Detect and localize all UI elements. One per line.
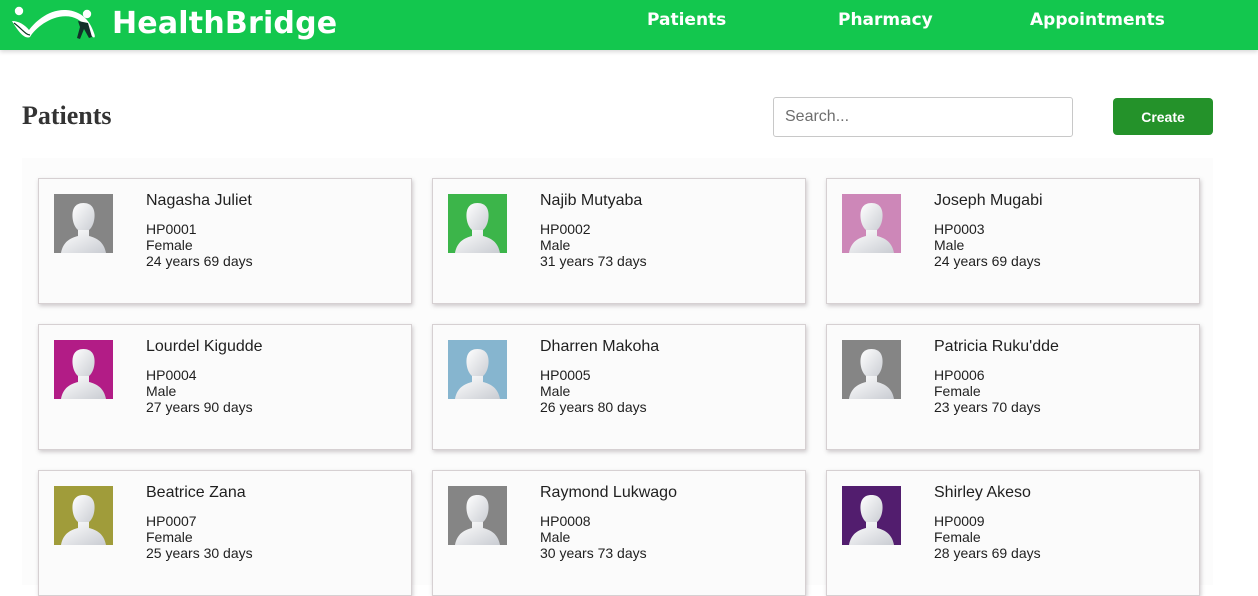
patient-card[interactable]: Patricia Ruku'dde HP0006 Female 23 years 70… bbox=[826, 324, 1200, 450]
patient-gender: Male bbox=[540, 529, 571, 545]
healthbridge-logo-icon[interactable] bbox=[10, 5, 100, 43]
patient-gender: Female bbox=[146, 237, 193, 253]
patient-age: 25 years 30 days bbox=[146, 545, 253, 561]
patient-gender: Male bbox=[540, 383, 571, 399]
patient-gender: Male bbox=[934, 237, 965, 253]
patient-id: HP0006 bbox=[934, 367, 985, 383]
create-button[interactable]: Create bbox=[1113, 98, 1213, 135]
patient-avatar-icon bbox=[842, 340, 901, 399]
patient-gender: Female bbox=[146, 529, 193, 545]
nav-patients[interactable]: Patients bbox=[647, 10, 726, 30]
patient-card[interactable]: Nagasha Juliet HP0001 Female 24 years 69 da… bbox=[38, 178, 412, 304]
patient-avatar-icon bbox=[448, 194, 507, 253]
patient-name: Nagasha Juliet bbox=[146, 192, 252, 209]
patient-age: 30 years 73 days bbox=[540, 545, 647, 561]
patient-name: Beatrice Zana bbox=[146, 484, 246, 501]
nav-pharmacy[interactable]: Pharmacy bbox=[838, 10, 933, 30]
patient-id: HP0005 bbox=[540, 367, 591, 383]
patient-id: HP0003 bbox=[934, 221, 985, 237]
patient-name: Shirley Akeso bbox=[934, 484, 1031, 501]
patient-name: Lourdel Kigudde bbox=[146, 338, 263, 355]
patient-card[interactable]: Beatrice Zana HP0007 Female 25 years 30 day… bbox=[38, 470, 412, 596]
patient-id: HP0002 bbox=[540, 221, 591, 237]
brand-name[interactable]: HealthBridge bbox=[112, 6, 337, 41]
search-input[interactable] bbox=[773, 97, 1073, 137]
patient-age: 24 years 69 days bbox=[934, 253, 1041, 269]
patient-age: 28 years 69 days bbox=[934, 545, 1041, 561]
top-navbar: HealthBridge Patients Pharmacy Appointme… bbox=[0, 0, 1258, 50]
patient-id: HP0001 bbox=[146, 221, 197, 237]
patient-age: 27 years 90 days bbox=[146, 399, 253, 415]
patient-card[interactable]: Joseph Mugabi HP0003 Male 24 years 69 days bbox=[826, 178, 1200, 304]
patient-name: Najib Mutyaba bbox=[540, 192, 643, 209]
patient-gender: Male bbox=[146, 383, 177, 399]
patient-id: HP0004 bbox=[146, 367, 197, 383]
patient-id: HP0007 bbox=[146, 513, 197, 529]
patient-avatar-icon bbox=[842, 194, 901, 253]
patient-name: Patricia Ruku'dde bbox=[934, 338, 1059, 355]
patient-avatar-icon bbox=[448, 340, 507, 399]
patient-age: 31 years 73 days bbox=[540, 253, 647, 269]
patient-gender: Female bbox=[934, 383, 981, 399]
page-title: Patients bbox=[22, 101, 112, 130]
patient-age: 26 years 80 days bbox=[540, 399, 647, 415]
patient-name: Dharren Makoha bbox=[540, 338, 660, 355]
patient-age: 23 years 70 days bbox=[934, 399, 1041, 415]
patient-gender: Female bbox=[934, 529, 981, 545]
patient-age: 24 years 69 days bbox=[146, 253, 253, 269]
patient-avatar-icon bbox=[54, 194, 113, 253]
patient-card[interactable]: Shirley Akeso HP0009 Female 28 years 69 day… bbox=[826, 470, 1200, 596]
patient-card[interactable]: Lourdel Kigudde HP0004 Male 27 years 90 day… bbox=[38, 324, 412, 450]
patient-avatar-icon bbox=[54, 340, 113, 399]
patient-card[interactable]: Dharren Makoha HP0005 Male 26 years 80 days bbox=[432, 324, 806, 450]
patient-name: Raymond Lukwago bbox=[540, 484, 677, 501]
patient-card[interactable]: Raymond Lukwago HP0008 Male 30 years 73 day… bbox=[432, 470, 806, 596]
patient-avatar-icon bbox=[842, 486, 901, 545]
nav-appointments[interactable]: Appointments bbox=[1030, 10, 1165, 30]
patient-card[interactable]: Najib Mutyaba HP0002 Male 31 years 73 days bbox=[432, 178, 806, 304]
patient-name: Joseph Mugabi bbox=[934, 192, 1043, 209]
patient-id: HP0008 bbox=[540, 513, 591, 529]
patient-avatar-icon bbox=[448, 486, 507, 545]
patient-gender: Male bbox=[540, 237, 571, 253]
patient-id: HP0009 bbox=[934, 513, 985, 529]
patient-avatar-icon bbox=[54, 486, 113, 545]
